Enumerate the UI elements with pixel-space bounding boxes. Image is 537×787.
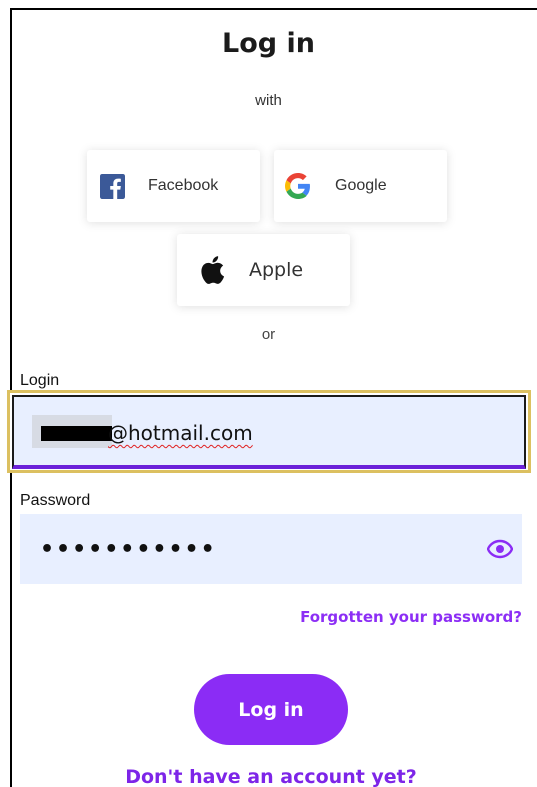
login-field-focus-ring: @hotmail.com: [7, 390, 531, 473]
redacted-username: [41, 426, 112, 441]
facebook-icon: [100, 173, 125, 199]
signup-link[interactable]: Don't have an account yet?: [0, 766, 537, 787]
password-value: •••••••••••: [40, 536, 217, 562]
password-input[interactable]: •••••••••••: [20, 514, 522, 584]
eye-icon[interactable]: [486, 538, 514, 560]
login-input[interactable]: @hotmail.com: [12, 395, 526, 469]
page-title: Log in: [222, 28, 315, 59]
login-value: @hotmail.com: [108, 421, 253, 445]
google-login-button[interactable]: Google: [274, 150, 447, 222]
forgot-password-link[interactable]: Forgotten your password?: [300, 608, 522, 626]
or-separator: or: [261, 326, 276, 343]
google-icon: [285, 173, 311, 199]
google-label: Google: [335, 177, 387, 194]
password-label: Password: [20, 492, 91, 509]
login-label: Login: [20, 372, 60, 389]
facebook-login-button[interactable]: Facebook: [87, 150, 260, 222]
apple-label: Apple: [249, 259, 304, 281]
facebook-label: Facebook: [148, 177, 219, 194]
with-label: with: [255, 92, 282, 109]
login-button[interactable]: Log in: [194, 674, 348, 745]
apple-login-button[interactable]: Apple: [177, 234, 350, 306]
apple-icon: [199, 255, 225, 285]
